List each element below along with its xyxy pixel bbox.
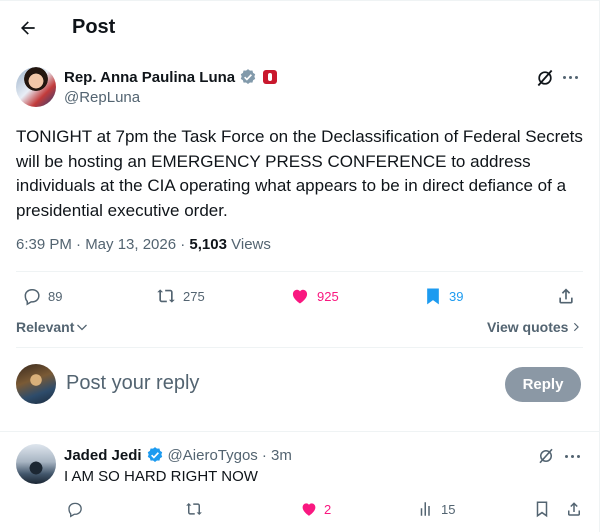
views-label: Views: [231, 236, 271, 253]
comment-bookmark-action[interactable]: [533, 500, 551, 518]
comment-text: I AM SO HARD RIGHT NOW: [64, 468, 258, 485]
commenter-handle[interactable]: @AieroTygos: [168, 447, 258, 464]
comment-like-action[interactable]: 2: [300, 500, 331, 518]
repost-icon: [157, 289, 175, 303]
chevron-down-icon: [77, 324, 88, 331]
share-icon: [568, 502, 580, 516]
commenter-name[interactable]: Jaded Jedi: [64, 447, 142, 464]
view-quotes-label: View quotes: [487, 319, 569, 335]
comment-time: · 3m: [261, 446, 292, 464]
chevron-right-icon: [574, 322, 580, 332]
repost-icon: [186, 503, 202, 515]
repost-count: 275: [183, 288, 205, 304]
government-badge-icon: [263, 70, 278, 84]
post-text: TONIGHT at 7pm the Task Force on the Dec…: [16, 127, 583, 220]
analytics-icon: [420, 502, 430, 516]
reply-count: 89: [48, 288, 63, 304]
divider: [16, 347, 583, 348]
reply-button[interactable]: Reply: [505, 367, 581, 402]
heart-filled-icon: [302, 503, 316, 516]
reply-icon: [24, 289, 40, 306]
bookmark-count: 39: [449, 288, 464, 304]
repost-action[interactable]: 275: [155, 286, 205, 306]
reply-action[interactable]: 89: [22, 286, 62, 306]
like-action[interactable]: 925: [289, 286, 339, 306]
comment-header: Jaded Jedi @AieroTygos · 3m: [64, 446, 292, 464]
author-avatar[interactable]: [16, 67, 56, 107]
views-count: 5,103: [189, 236, 227, 253]
grok-icon[interactable]: [537, 447, 555, 465]
header: Post: [0, 1, 600, 57]
comment-repost-action[interactable]: [184, 500, 204, 518]
bookmark-icon: [536, 501, 548, 518]
comment-share-action[interactable]: [565, 500, 583, 518]
post-detail-page: Post Rep. Anna Paulina Luna @RepLuna TON…: [0, 0, 600, 532]
share-action[interactable]: [556, 286, 576, 306]
divider: [0, 431, 599, 432]
comment-views-action[interactable]: 15: [417, 500, 455, 518]
more-options-icon[interactable]: [563, 70, 583, 84]
post-timestamp[interactable]: 6:39 PM · May 13, 2026 ·: [16, 236, 185, 253]
divider: [16, 271, 583, 272]
author-name[interactable]: Rep. Anna Paulina Luna: [64, 69, 235, 86]
sort-label: Relevant: [16, 319, 75, 335]
verified-badge-icon: [147, 447, 162, 462]
grok-icon[interactable]: [535, 68, 555, 88]
bookmark-action[interactable]: 39: [423, 286, 463, 306]
reply-input[interactable]: Post your reply: [66, 372, 199, 395]
reply-icon: [68, 502, 82, 518]
commenter-avatar[interactable]: [16, 444, 56, 484]
author-name-row: Rep. Anna Paulina Luna: [64, 68, 278, 86]
current-user-avatar: [16, 364, 56, 404]
author-handle[interactable]: @RepLuna: [64, 89, 140, 106]
sort-dropdown[interactable]: Relevant: [16, 319, 88, 335]
back-arrow-icon[interactable]: [16, 16, 40, 40]
page-title: Post: [72, 16, 116, 38]
verified-badge-icon: [240, 69, 256, 84]
post-meta: 6:39 PM · May 13, 2026 · 5,103 Views: [16, 236, 271, 253]
heart-filled-icon: [292, 289, 308, 304]
comment-like-count: 2: [324, 501, 332, 517]
view-quotes-link[interactable]: View quotes: [487, 319, 581, 335]
bookmark-filled-icon: [427, 288, 439, 305]
like-count: 925: [317, 288, 339, 304]
more-options-icon[interactable]: [565, 449, 585, 463]
comment-views-count: 15: [441, 501, 456, 517]
share-icon: [559, 288, 573, 304]
comment-reply-action[interactable]: [66, 500, 84, 518]
